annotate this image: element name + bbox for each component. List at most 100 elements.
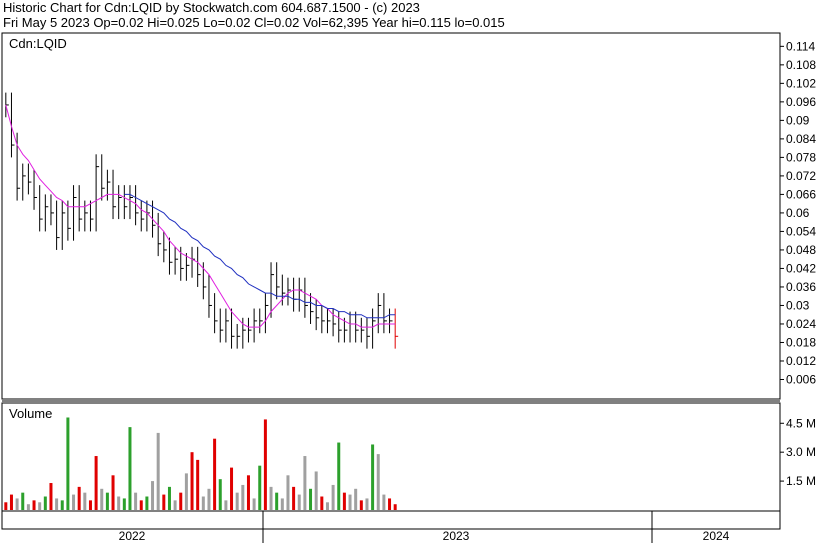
volume-axis: 4.5 M 3.0 M 1.5 M [780,416,816,488]
volume-bar [286,475,290,510]
volume-bar [252,498,256,510]
price-tick-label: 0.114 [786,39,815,53]
price-tick-label: 0.048 [786,243,816,257]
volume-bar [201,496,205,510]
volume-bar [26,504,30,510]
volume-label: Volume [9,406,52,421]
volume-bar [77,486,81,510]
volume-bar [128,427,132,510]
volume-bar [354,488,358,510]
time-axis-frame [1,510,781,530]
volume-bar [207,488,211,510]
volume-bar [196,459,200,510]
volume-bar [241,484,245,510]
volume-bar [359,500,363,510]
volume-bar [388,498,392,510]
volume-bar [32,500,36,510]
ma-short-line [5,104,396,328]
volume-bar [83,492,87,510]
volume-bar [309,488,313,510]
volume-bar [72,494,76,510]
volume-bar [224,500,228,510]
price-tick-label: 0.042 [786,261,816,275]
volume-bar [246,475,250,510]
volume-bar [139,500,143,510]
volume-bar [156,432,160,510]
volume-bar [230,467,234,510]
volume-bar [292,486,296,510]
volume-bar [49,483,53,510]
volume-bar [15,498,19,510]
volume-bar [382,494,386,510]
volume-bar [393,504,397,510]
volume-bar [303,456,307,510]
volume-panel-frame [1,402,781,512]
price-tick-label: 0.024 [786,317,816,331]
stock-chart: Cdn:LQID Volume 0.114 0.108 0.102 0.096 0.09… [1,32,816,543]
price-tick-label: 0.078 [786,150,816,164]
volume-bar [297,494,301,510]
volume-bar [184,473,188,510]
volume-bar [258,465,262,510]
volume-bar [100,488,104,510]
volume-bar [88,500,92,510]
price-tick-label: 0.036 [786,280,816,294]
price-tick-label: 0.084 [786,132,816,146]
volume-bar [162,494,166,510]
volume-bar [235,492,239,510]
volume-bar [280,498,284,510]
volume-bar [269,486,273,510]
volume-bar [94,456,98,510]
price-tick-label: 0.108 [786,58,816,72]
volume-bar [275,492,279,510]
volume-bar [9,494,13,510]
volume-bar [371,444,375,510]
volume-bar [342,492,346,510]
volume-bar [320,496,324,510]
price-tick-label: 0.09 [786,113,810,127]
volume-bar [38,502,42,510]
volume-bar [66,417,70,510]
volume-bar [173,500,177,510]
price-tick-label: 0.018 [786,335,816,349]
volume-bars [4,417,397,510]
volume-bar [348,494,352,510]
volume-bar [122,498,126,510]
volume-bar [218,479,222,510]
volume-bar [111,475,115,510]
volume-bar [376,454,380,510]
price-tick-label: 0.096 [786,95,816,109]
volume-bar [213,438,217,510]
volume-bar [55,498,59,510]
price-tick-label: 0.06 [786,206,810,220]
symbol-label: Cdn:LQID [9,36,67,51]
moving-averages [5,104,396,328]
ma-long-line [124,193,396,319]
volume-bar [337,442,341,510]
year-labels: 2022 2023 2024 [119,529,730,543]
volume-bar [167,486,171,510]
volume-bar [117,496,121,510]
price-bars [5,92,399,349]
volume-tick-label: 1.5 M [786,474,816,488]
volume-bar [331,484,335,510]
volume-tick-label: 4.5 M [786,416,816,430]
volume-bar [314,471,318,510]
price-tick-label: 0.012 [786,354,816,368]
volume-bar [60,500,64,510]
volume-bar [179,492,183,510]
volume-bar [325,502,329,510]
price-axis: 0.114 0.108 0.102 0.096 0.09 0.084 0.078 0.072 0… [780,39,816,386]
volume-bar [151,481,155,510]
volume-bar [365,498,369,510]
volume-bar [190,452,194,510]
price-tick-label: 0.054 [786,224,816,238]
volume-bar [263,419,267,510]
volume-bar [21,492,25,510]
price-tick-label: 0.102 [786,76,816,90]
year-label: 2023 [443,529,470,543]
price-tick-label: 0.072 [786,169,816,183]
volume-bar [43,496,47,510]
year-label: 2022 [119,529,146,543]
volume-bar [145,496,149,510]
